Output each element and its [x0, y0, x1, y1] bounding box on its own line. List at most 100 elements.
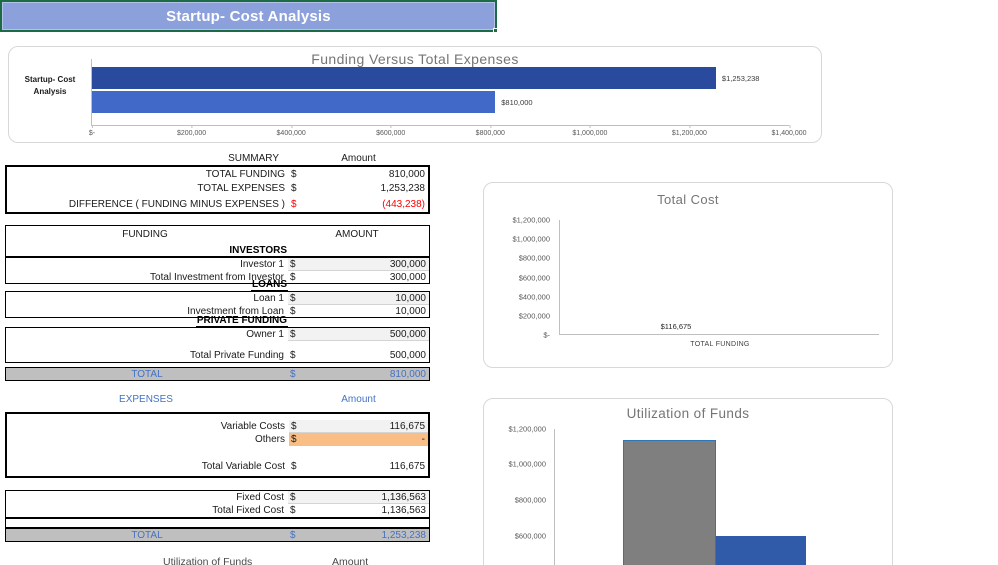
row-label[interactable]: TOTAL EXPENSES — [7, 183, 289, 194]
row-label[interactable]: Total Investment from Investor — [6, 272, 288, 283]
funding-header-amount[interactable]: AMOUNT — [288, 229, 429, 240]
row-value-cell[interactable]: $500,000 — [288, 349, 429, 362]
row-label[interactable]: Others — [7, 434, 289, 445]
utilization-bar-blue[interactable] — [716, 536, 806, 565]
total-cost-bar-label: $116,675 — [660, 322, 692, 331]
summary-header-row: SUMMARY Amount — [5, 151, 430, 165]
row-label[interactable]: Total Variable Cost — [7, 461, 289, 472]
utilization-bar-gray[interactable] — [623, 440, 716, 565]
row-label[interactable]: TOTAL FUNDING — [7, 169, 289, 180]
row-value-cell[interactable]: $1,136,563 — [288, 504, 429, 517]
funding-bar-expenses[interactable] — [92, 67, 716, 89]
expenses-header-row: EXPENSES Amount — [5, 392, 430, 406]
funding-chart-category-label: Startup- Cost Analysis — [24, 75, 76, 97]
row-label[interactable]: Variable Costs — [7, 421, 289, 432]
y-tick: $800,000 — [518, 253, 550, 263]
x-tick: $200,000 — [176, 125, 207, 137]
table-row: Loan 1 $10,000 — [6, 292, 429, 305]
spreadsheet-page: Startup- Cost Analysis Funding Versus To… — [0, 0, 998, 565]
table-row: TOTAL FUNDING $810,000 — [7, 167, 428, 181]
table-row: Total Private Funding $500,000 — [6, 349, 429, 362]
private-funding-box: Owner 1 $500,000 Total Private Funding $… — [5, 327, 430, 363]
row-label[interactable]: Fixed Cost — [6, 492, 288, 503]
table-row: Total Variable Cost $116,675 — [7, 460, 428, 473]
row-value-cell[interactable]: $300,000 — [288, 258, 429, 271]
total-cost-title: Total Cost — [657, 192, 719, 207]
total-cost-y-axis: $1,200,000 $1,000,000 $800,000 $600,000 … — [484, 216, 554, 340]
table-row: Total Investment from Investor $300,000 — [6, 271, 429, 284]
table-row: Fixed Cost $1,136,563 — [6, 491, 429, 504]
total-cost-x-label: TOTAL FUNDING — [690, 341, 750, 348]
y-tick: $1,000,000 — [512, 234, 550, 244]
x-tick: $1,000,000 — [572, 125, 608, 137]
x-tick: $- — [88, 125, 96, 137]
loans-box: Loan 1 $10,000 Investment from Loan $10,… — [5, 291, 430, 318]
y-tick: $600,000 — [518, 273, 550, 282]
utilization-plot — [554, 429, 884, 565]
expenses-header-label[interactable]: EXPENSES — [5, 394, 287, 405]
utilization-of-funds-chart[interactable]: Utilization of Funds $1,200,000 $1,000,0… — [483, 398, 893, 565]
row-value-cell[interactable]: $116,675 — [289, 420, 428, 433]
section-heading-investors: INVESTORS — [228, 245, 288, 258]
row-value-cell[interactable]: $ (443,238) — [289, 195, 428, 213]
section-heading-loans: LOANS — [251, 279, 288, 292]
row-value-cell[interactable]: $1,253,238 — [289, 181, 428, 195]
table-row: TOTAL EXPENSES $1,253,238 — [7, 181, 428, 195]
section-heading-private-funding: PRIVATE FUNDING — [195, 315, 288, 328]
x-tick: $600,000 — [376, 125, 406, 137]
fixed-costs-box: Fixed Cost $1,136,563 Total Fixed Cost $… — [5, 490, 430, 518]
funding-bar-funding[interactable] — [92, 91, 496, 113]
variable-costs-box: Variable Costs $116,675 Others $ - Total … — [5, 412, 430, 478]
funding-vs-expenses-chart[interactable]: Funding Versus Total Expenses Startup- C… — [8, 46, 822, 143]
row-value-cell[interactable]: $500,000 — [288, 328, 429, 341]
investors-box: Investor 1 $300,000 Total Investment fro… — [5, 257, 430, 284]
y-tick: $800,000 — [514, 495, 546, 505]
summary-header-amount[interactable]: Amount — [287, 153, 430, 164]
funding-header-box: FUNDING AMOUNT — [5, 225, 430, 257]
table-row: Variable Costs $116,675 — [7, 420, 428, 433]
row-value-cell[interactable]: $1,136,563 — [288, 491, 429, 504]
expenses-total-row[interactable]: TOTAL $ 1,253,238 — [5, 528, 430, 542]
row-value-cell[interactable]: $300,000 — [288, 271, 429, 284]
funding-chart-plot: $1,253,238 $810,000 $- $200,000 $400,000… — [89, 59, 807, 137]
y-tick: $200,000 — [518, 311, 550, 321]
title-banner[interactable]: Startup- Cost Analysis — [0, 0, 498, 33]
y-tick: $1,000,000 — [508, 459, 546, 469]
table-row-others: Others $ - — [7, 433, 428, 446]
utilization-title: Utilization of Funds — [626, 406, 750, 421]
selection-fill-handle[interactable] — [493, 28, 498, 33]
row-label[interactable]: Loan 1 — [6, 293, 288, 304]
row-value-cell[interactable]: $ - — [289, 433, 428, 446]
clipped-amount-label[interactable]: Amount — [332, 556, 368, 565]
funding-bar-funding-label: $810,000 — [501, 97, 533, 107]
page-title: Startup- Cost Analysis — [166, 7, 331, 25]
funding-total-row[interactable]: TOTAL $ 810,000 — [5, 367, 430, 381]
x-tick: $400,000 — [276, 125, 306, 137]
row-value-cell[interactable]: $10,000 — [288, 305, 429, 318]
x-tick: $1,400,000 — [771, 125, 807, 137]
empty-row-box — [5, 518, 430, 528]
row-label[interactable]: Owner 1 — [6, 329, 288, 340]
row-value-cell[interactable]: $10,000 — [288, 292, 429, 305]
row-value-cell[interactable]: $810,000 — [289, 167, 428, 181]
funding-header-label[interactable]: FUNDING — [6, 229, 288, 240]
total-cost-plot: $116,675 — [559, 220, 879, 335]
table-row: Investor 1 $300,000 — [6, 258, 429, 271]
clipped-next-section-header: Utilization of Funds Amount — [0, 556, 500, 565]
row-label[interactable]: Total Private Funding — [6, 350, 288, 361]
y-tick: $1,200,000 — [512, 215, 550, 225]
table-row: Owner 1 $500,000 — [6, 328, 429, 341]
x-tick: $1,200,000 — [671, 125, 707, 137]
table-row-difference: DIFFERENCE ( FUNDING MINUS EXPENSES ) $(… — [7, 195, 428, 213]
expenses-header-amount[interactable]: Amount — [287, 394, 430, 405]
funding-bar-expenses-label: $1,253,238 — [721, 73, 760, 83]
row-label[interactable]: Total Fixed Cost — [6, 505, 288, 516]
table-row: Total Fixed Cost $1,136,563 — [6, 504, 429, 517]
row-label[interactable]: DIFFERENCE ( FUNDING MINUS EXPENSES ) — [7, 199, 289, 210]
row-value-cell[interactable]: $116,675 — [289, 460, 428, 473]
summary-header-label[interactable]: SUMMARY — [5, 153, 287, 164]
y-tick: $- — [543, 330, 550, 340]
row-label[interactable]: Investor 1 — [6, 259, 288, 270]
total-cost-chart[interactable]: Total Cost $1,200,000 $1,000,000 $800,00… — [483, 182, 893, 368]
clipped-section-label[interactable]: Utilization of Funds — [163, 556, 252, 565]
